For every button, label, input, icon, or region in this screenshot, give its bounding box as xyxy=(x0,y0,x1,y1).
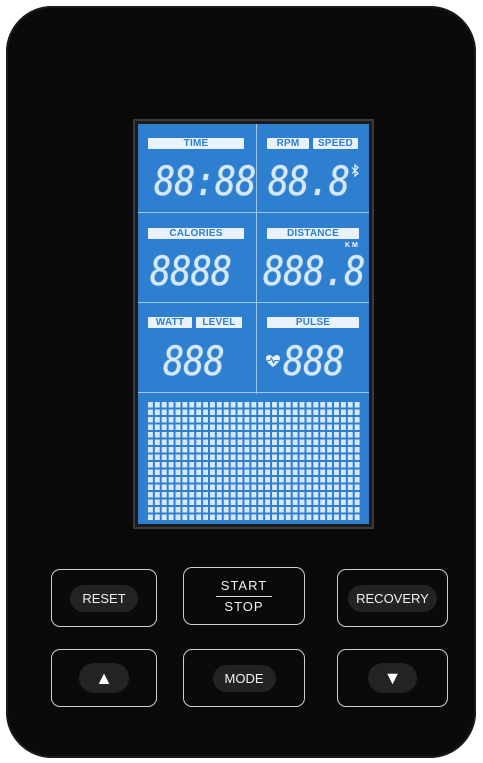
rpm-label: RPM xyxy=(267,138,309,149)
heart-pulse-icon xyxy=(265,354,281,371)
stop-label: STOP xyxy=(224,598,264,614)
down-button[interactable]: ▼ xyxy=(337,649,448,707)
lcd-divider-vertical xyxy=(256,124,257,394)
time-readout: 88:88 xyxy=(154,159,256,205)
start-label: START xyxy=(220,577,268,593)
lcd-display: TIME 88:88 RPM SPEED 88.8 CALORIES 8888 … xyxy=(135,121,372,527)
distance-unit: KM xyxy=(345,242,360,249)
pulse-readout: 888 xyxy=(283,339,345,385)
console-panel: TIME 88:88 RPM SPEED 88.8 CALORIES 8888 … xyxy=(6,6,476,758)
level-label: LEVEL xyxy=(196,317,242,328)
rpm-speed-readout: 88.8 xyxy=(268,159,350,205)
pulse-label: PULSE xyxy=(267,317,359,328)
lcd-divider-horizontal-1 xyxy=(138,212,369,213)
watt-level-readout: 888 xyxy=(163,339,225,385)
watt-label: WATT xyxy=(148,317,192,328)
start-stop-button[interactable]: START STOP xyxy=(183,567,305,625)
up-button[interactable]: ▲ xyxy=(51,649,157,707)
mode-button[interactable]: MODE xyxy=(183,649,305,707)
profile-dot-matrix xyxy=(146,400,361,520)
mode-button-label: MODE xyxy=(212,664,276,692)
down-button-face: ▼ xyxy=(367,663,418,693)
calories-label: CALORIES xyxy=(148,228,244,239)
reset-button-label: RESET xyxy=(70,584,138,612)
distance-label: DISTANCE xyxy=(267,228,359,239)
up-button-face: ▲ xyxy=(79,663,129,693)
recovery-button-label: RECOVERY xyxy=(348,584,437,612)
lcd-divider-horizontal-3 xyxy=(138,392,369,393)
up-arrow-icon: ▲ xyxy=(95,668,113,688)
recovery-button[interactable]: RECOVERY xyxy=(337,569,448,627)
speed-label: SPEED xyxy=(313,138,358,149)
start-stop-divider xyxy=(216,595,272,597)
reset-button[interactable]: RESET xyxy=(51,569,157,627)
down-arrow-icon: ▼ xyxy=(383,668,402,688)
calories-readout: 8888 xyxy=(150,249,232,295)
distance-readout: 888.8 xyxy=(263,249,365,295)
lcd-divider-horizontal-2 xyxy=(138,302,369,303)
time-label: TIME xyxy=(148,138,244,149)
bluetooth-icon xyxy=(351,163,359,180)
